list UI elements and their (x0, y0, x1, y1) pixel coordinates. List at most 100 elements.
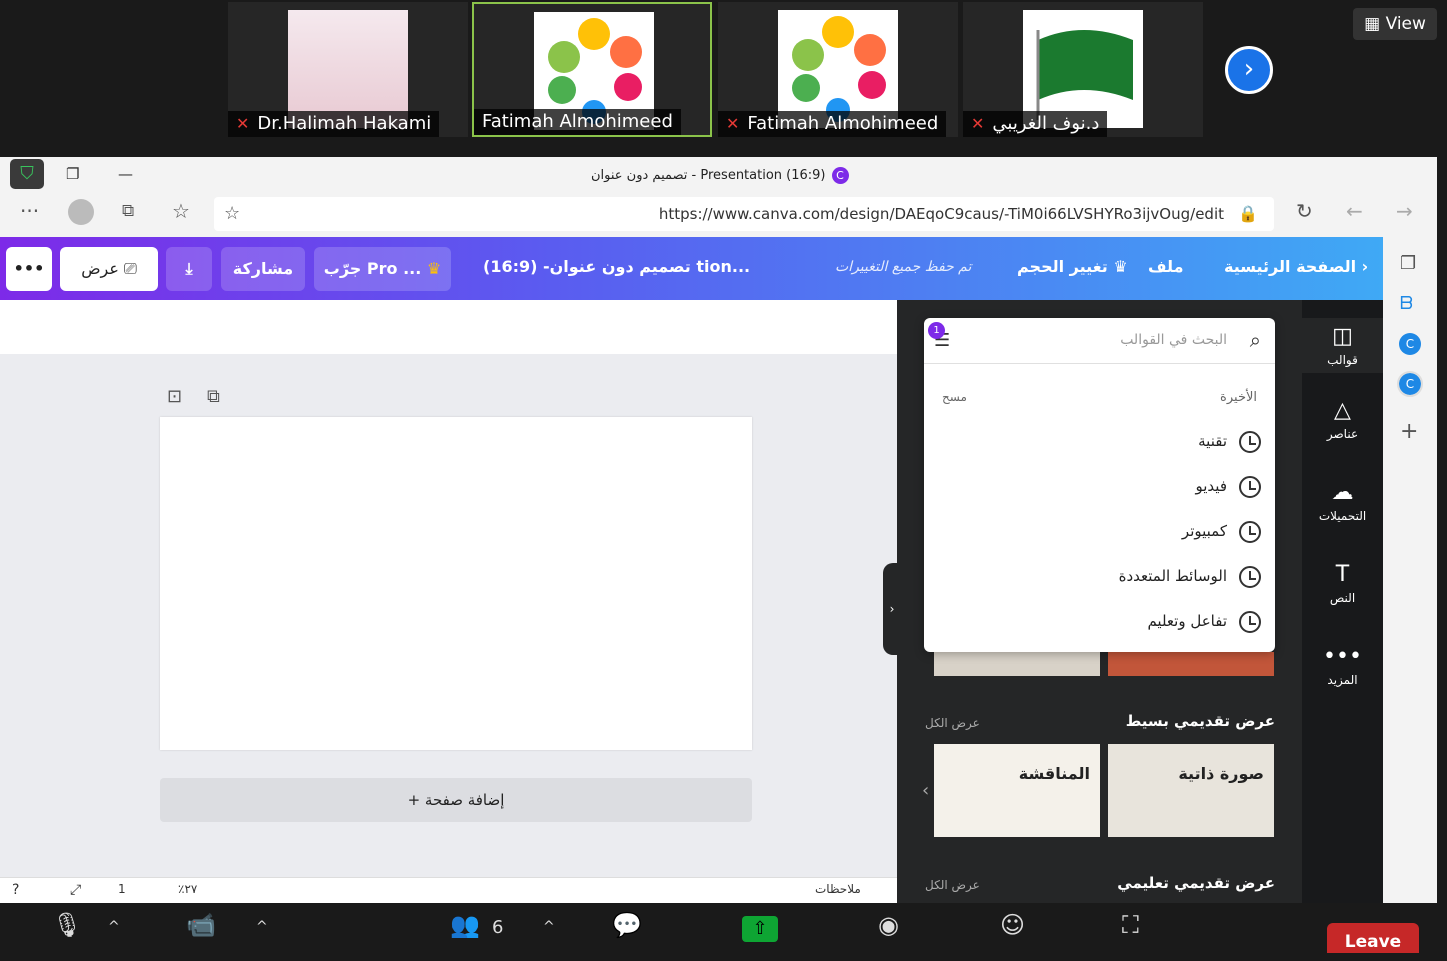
tab-actions-icon[interactable]: ❐ (1400, 253, 1416, 274)
elements-icon: △ (1334, 398, 1351, 423)
home-link[interactable]: الصفحة الرئيسية › (1224, 257, 1368, 276)
see-all-link[interactable]: عرض الكل (925, 878, 980, 892)
participant-count: 6 (492, 917, 504, 938)
clock-icon (1239, 610, 1261, 633)
recent-search-item[interactable]: تفاعل وتعليم (1147, 606, 1261, 636)
mute-icon[interactable]: 🎙 (52, 911, 82, 939)
clear-button[interactable]: مسح (942, 390, 967, 404)
share-screen-button[interactable]: ⇧ (742, 916, 778, 942)
zoom-level[interactable]: ٪٢٧ (178, 882, 197, 896)
record-icon[interactable]: ◉ (878, 911, 899, 939)
editor-toolbar (0, 300, 897, 354)
clock-icon (1239, 430, 1261, 453)
recent-search-item[interactable]: كمبيوتر (1182, 516, 1261, 546)
sidebar-item-uploads[interactable]: ☁ التحميلات (1302, 480, 1383, 523)
fullscreen-icon[interactable]: ⤢ (70, 882, 81, 898)
help-icon[interactable]: ? (12, 882, 19, 898)
crown-icon: ♛ (426, 259, 442, 278)
add-page-button[interactable]: + إضافة صفحة (160, 778, 752, 822)
see-all-link[interactable]: عرض الكل (925, 716, 980, 730)
view-button[interactable]: ▦ View (1353, 8, 1437, 40)
bing-icon[interactable]: ᗷ (1400, 293, 1413, 314)
templates-icon: ◫ (1332, 324, 1353, 349)
try-pro-button[interactable]: جرّب Pro ... ♛ (314, 247, 451, 291)
chevron-right-icon: › (1361, 257, 1369, 276)
recent-search-item[interactable]: فيديو (1196, 471, 1261, 501)
apps-icon[interactable]: ⛶ (1122, 911, 1139, 939)
share-button[interactable]: مشاركة (221, 247, 305, 291)
collapse-panel-button[interactable]: › (883, 563, 901, 655)
recent-search-item[interactable]: الوسائط المتعددة (1119, 561, 1261, 591)
document-title[interactable]: تصميم دون عنوان- (16:9) tion... (483, 257, 750, 276)
present-icon: ⎚ (124, 259, 137, 278)
participant-name: ✕ Fatimah Almohimeed (718, 111, 947, 137)
search-placeholder: البحث في القوالب (1120, 332, 1227, 348)
sidebar-item-elements[interactable]: △ عناصر (1302, 398, 1383, 441)
address-bar[interactable]: ☆ https://www.canva.com/design/DAEqoC9ca… (214, 197, 1274, 231)
forward-icon[interactable]: → (1396, 199, 1413, 223)
next-page-button[interactable]: › (1225, 46, 1273, 94)
chat-icon[interactable]: 💬 (612, 911, 642, 939)
more-options-button[interactable]: ••• (6, 247, 52, 291)
search-icon: ⌕ (1249, 328, 1261, 352)
design-editor: ⊡ ⧉ + إضافة صفحة ? ⤢ 1 ٪٢٧ ملاحظات (0, 300, 897, 903)
duplicate-page-icon[interactable]: ⧉ (207, 386, 220, 407)
notes-button[interactable]: ملاحظات (815, 882, 861, 896)
participant-tile[interactable]: ✕ Dr.Halimah Hakami (228, 2, 468, 137)
refresh-icon[interactable]: ↻ (1296, 199, 1313, 223)
participant-tile-active[interactable]: Fatimah Almohimeed (472, 2, 712, 137)
back-icon[interactable]: ← (1346, 199, 1363, 223)
add-favorite-icon[interactable]: ☆ (224, 197, 240, 231)
download-icon: ⤓ (185, 259, 193, 278)
participant-tile[interactable]: ✕ د.نوف الغريبي (963, 2, 1203, 137)
template-card-partial[interactable] (1108, 652, 1274, 676)
sidebar-item-templates[interactable]: ◫ قوالب (1302, 318, 1383, 373)
sidebar-item-more[interactable]: ••• المزيد (1302, 644, 1383, 687)
download-button[interactable]: ⤓ (166, 247, 212, 291)
more-icon: ••• (1323, 644, 1362, 669)
video-off-icon[interactable]: 📹 (186, 911, 216, 939)
chevron-up-icon[interactable]: ^ (256, 919, 268, 935)
participants-icon[interactable]: 👥 (450, 911, 480, 939)
participant-tile[interactable]: ✕ Fatimah Almohimeed (718, 2, 958, 137)
recent-search-item[interactable]: تقنية (1198, 426, 1261, 456)
participant-name: ✕ د.نوف الغريبي (963, 111, 1108, 137)
resize-button[interactable]: تغيير الحجم ♛ (1017, 257, 1128, 276)
add-icon[interactable]: + (1400, 419, 1418, 444)
minimize-icon[interactable]: — (118, 165, 133, 183)
browser-menu-icon[interactable]: ··· (20, 199, 39, 223)
profile-avatar[interactable] (68, 199, 94, 225)
canva-top-bar: ••• عرض ⎚ ⤓ مشاركة جرّب Pro ... ♛ تصميم … (0, 237, 1383, 300)
search-input[interactable]: ☰ 1 البحث في القوالب ⌕ (924, 318, 1275, 364)
present-button[interactable]: عرض ⎚ (60, 247, 158, 291)
mic-muted-icon: ✕ (726, 114, 740, 133)
filter-count-badge: 1 (928, 322, 945, 339)
editor-bottom-bar: ? ⤢ 1 ٪٢٧ ملاحظات (0, 877, 897, 903)
participant-name: ✕ Dr.Halimah Hakami (228, 111, 440, 137)
zoom-participant-strip: ✕ Dr.Halimah Hakami Fatimah Almohimeed ✕ F… (0, 0, 1447, 157)
window-titlebar: ⛉ ❐ — تصميم دون عنوان - Presentation (16… (0, 157, 1437, 193)
page-count[interactable]: 1 (118, 882, 126, 896)
chevron-up-icon[interactable]: ^ (108, 919, 120, 935)
add-page-icon[interactable]: ⊡ (167, 386, 182, 407)
slide-canvas[interactable] (160, 417, 752, 750)
template-card[interactable]: صورة ذاتية (1108, 744, 1274, 837)
crown-icon: ♛ (1113, 257, 1128, 276)
chevron-left-icon[interactable]: ‹ (922, 780, 929, 801)
sidebar-item-text[interactable]: T النص (1302, 562, 1383, 605)
address-row: ··· ⧉ ☆ ☆ https://www.canva.com/design/D… (0, 193, 1437, 237)
file-menu[interactable]: ملف (1148, 257, 1184, 276)
mic-muted-icon: ✕ (236, 114, 250, 133)
favorites-icon[interactable]: ☆ (172, 199, 190, 223)
collections-icon[interactable]: ⧉ (122, 201, 134, 221)
template-card-partial[interactable] (934, 652, 1100, 676)
reactions-icon[interactable]: ☺ (1000, 911, 1025, 939)
chevron-up-icon[interactable]: ^ (543, 919, 555, 935)
restore-icon[interactable]: ❐ (66, 165, 79, 183)
canva-app-icon[interactable]: C (1397, 371, 1423, 397)
lock-icon: 🔒 (1238, 204, 1258, 223)
template-card[interactable]: المناقشة (934, 744, 1100, 837)
section-title: عرض تقديمي بسيط (1125, 712, 1275, 730)
shield-icon[interactable]: ⛉ (10, 159, 44, 189)
canva-app-icon[interactable]: C (1399, 333, 1421, 355)
